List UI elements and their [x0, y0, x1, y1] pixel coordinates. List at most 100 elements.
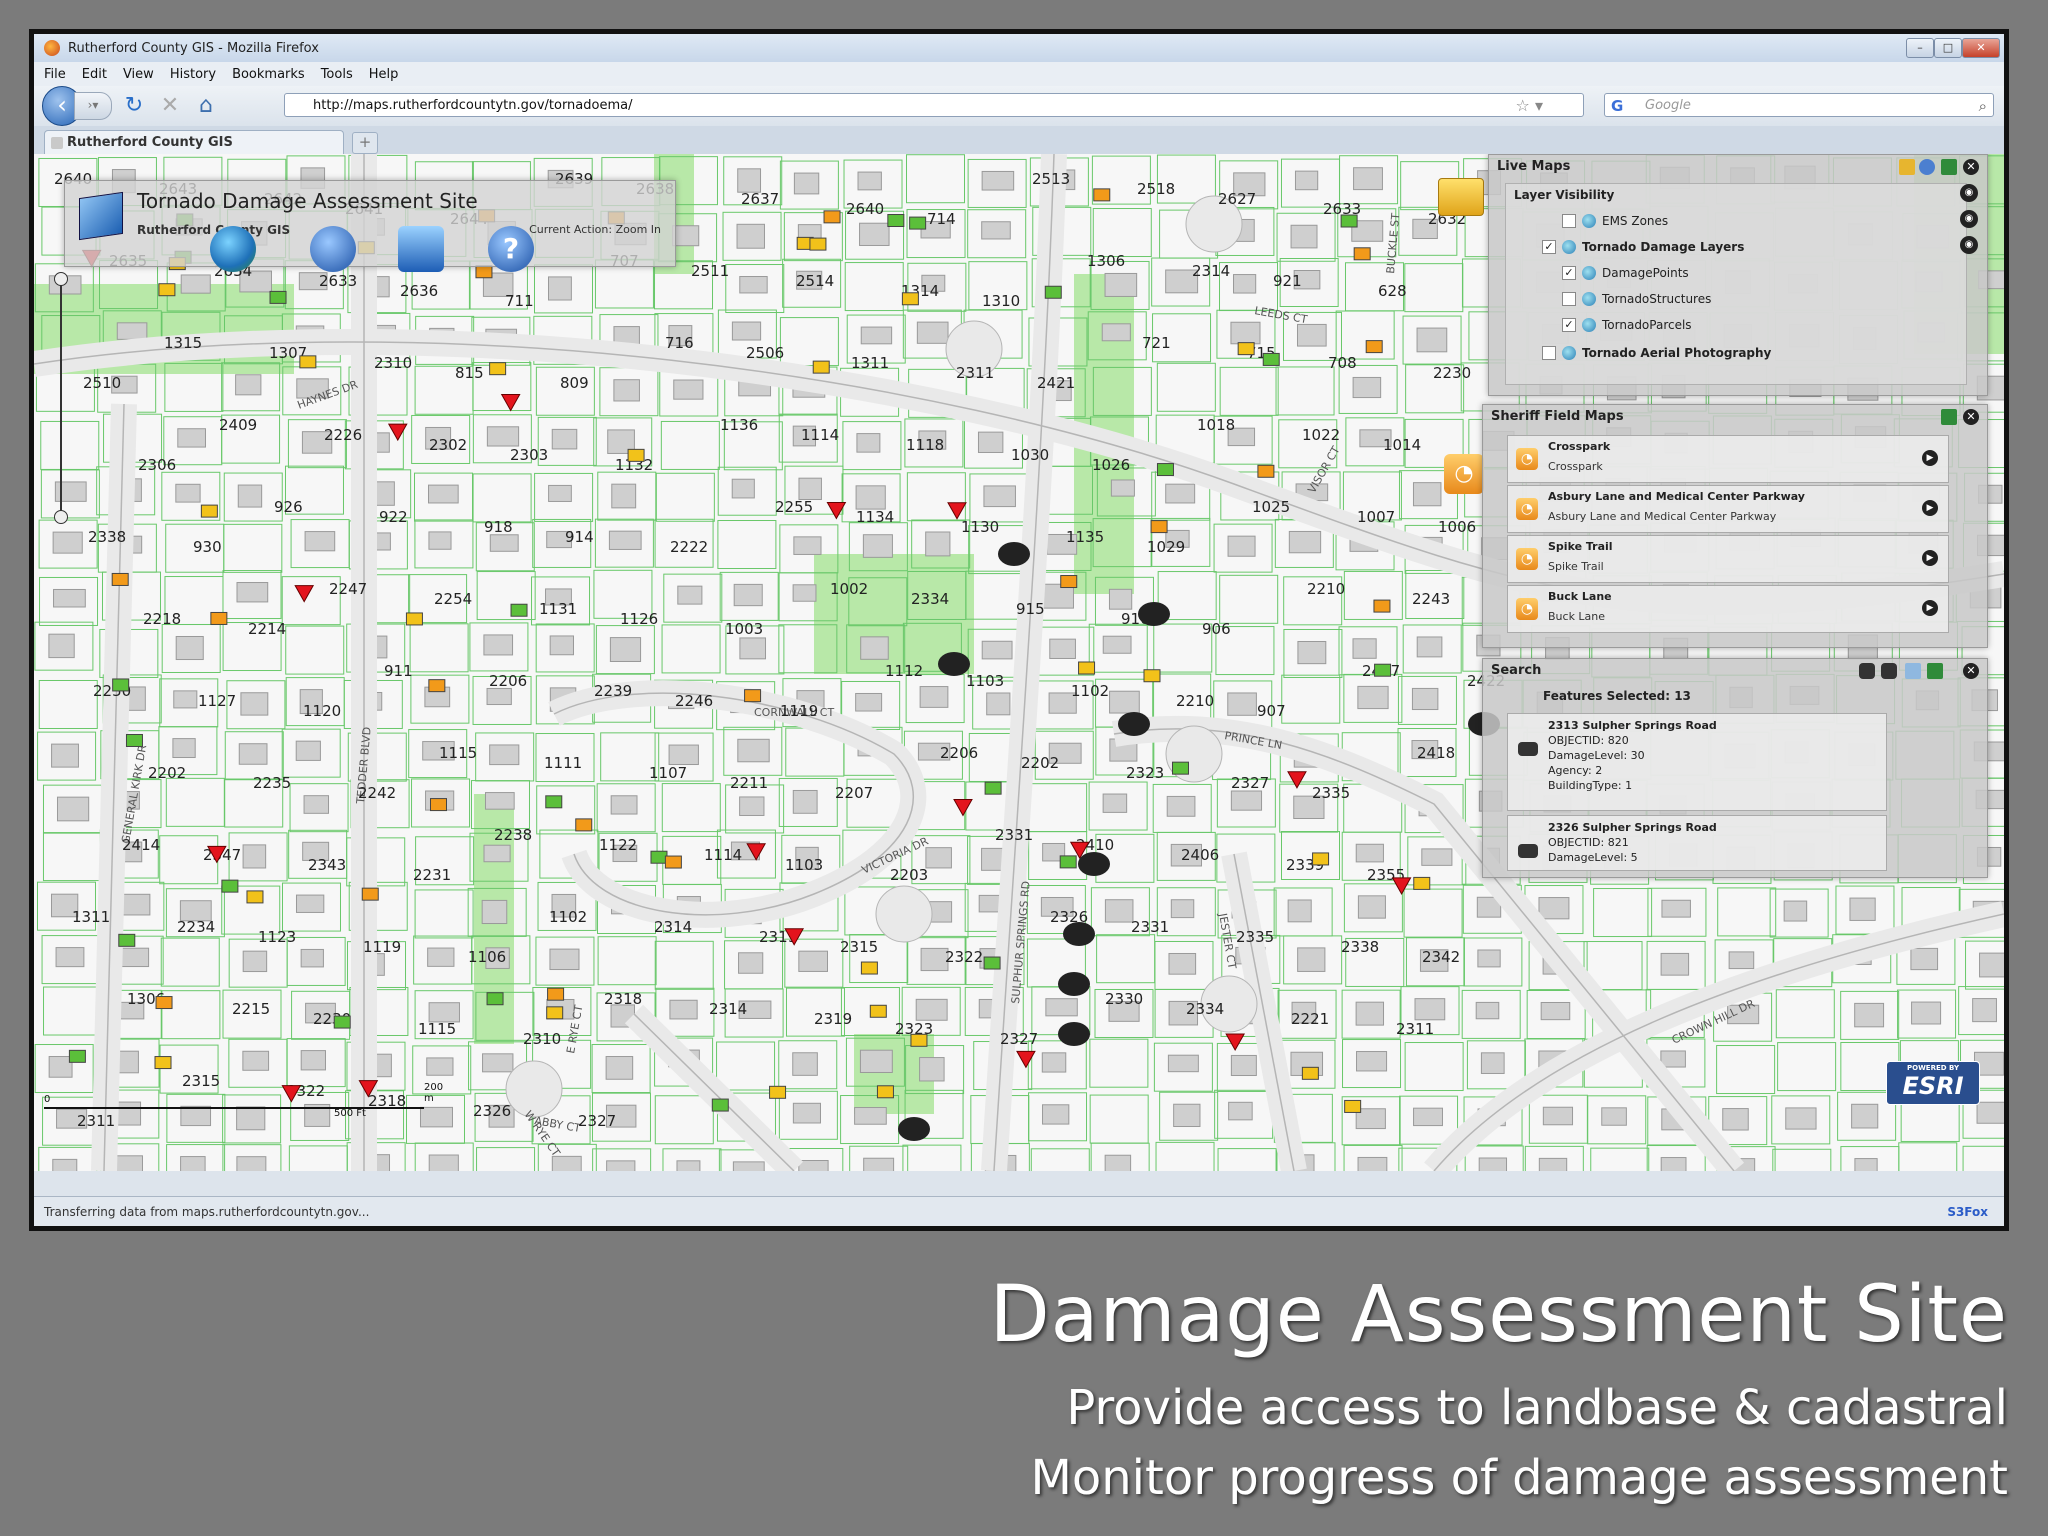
sheriff-map-item[interactable]: ◔ Buck Lane Buck Lane ▶: [1507, 585, 1949, 633]
menu-help[interactable]: Help: [369, 67, 399, 82]
sheriff-map-item[interactable]: ◔ Spike Trail Spike Trail ▶: [1507, 535, 1949, 583]
minimize-button[interactable]: –: [1906, 38, 1934, 58]
google-icon: G: [1611, 97, 1624, 115]
layer-row[interactable]: ✓ TornadoParcels: [1562, 318, 1692, 332]
url-bar[interactable]: http://maps.rutherfordcountytn.gov/torna…: [284, 93, 1584, 117]
building-footprint: [1785, 1107, 1817, 1130]
parcel-boundary: [1772, 1148, 1832, 1171]
photo-marker: [1058, 972, 1090, 996]
rss-feed-icon[interactable]: ◔: [1444, 454, 1484, 494]
building-footprint: [428, 1154, 459, 1171]
tools-gear-icon[interactable]: [398, 226, 444, 272]
panel-control-icon[interactable]: ◉: [1960, 184, 1978, 202]
parcel-number: 2310: [374, 354, 412, 372]
building-footprint: [119, 893, 151, 916]
live-maps-folder-icon[interactable]: [1438, 178, 1484, 216]
table-icon[interactable]: [1905, 663, 1921, 679]
building-footprint: [1722, 1108, 1749, 1131]
parcel-number: 1002: [830, 580, 868, 598]
damage-marker: [744, 689, 762, 703]
building-footprint: [919, 686, 949, 708]
s3fox-addon[interactable]: S3Fox: [1947, 1197, 1988, 1226]
navigate-compass-icon[interactable]: [310, 226, 356, 272]
building-footprint: [1049, 638, 1076, 659]
result-field: Agency: 2: [1548, 764, 1603, 777]
damage-marker: [1016, 1050, 1036, 1069]
search-bar[interactable]: G Google ⌕: [1604, 93, 1994, 117]
tab-rutherford-gis[interactable]: Rutherford County GIS: [44, 130, 344, 154]
building-footprint: [116, 322, 148, 340]
parcel-number: 2518: [1137, 180, 1175, 198]
play-icon[interactable]: ▶: [1922, 500, 1938, 516]
layer-checkbox[interactable]: ✓: [1562, 318, 1576, 332]
menu-file[interactable]: File: [44, 67, 66, 82]
layer-checkbox[interactable]: ✓: [1542, 240, 1556, 254]
sheriff-map-item[interactable]: ◔ Crosspark Crosspark ▶: [1507, 435, 1949, 483]
search-icon[interactable]: ⌕: [1979, 94, 1987, 118]
layer-checkbox[interactable]: [1562, 292, 1576, 306]
layer-row[interactable]: ✓ Tornado Damage Layers: [1542, 240, 1744, 254]
layer-checkbox[interactable]: ✓: [1562, 266, 1576, 280]
damage-marker: [1093, 188, 1111, 202]
building-footprint: [1108, 588, 1133, 610]
menu-history[interactable]: History: [170, 67, 216, 82]
parcel-number: 2334: [911, 590, 949, 608]
layer-row[interactable]: TornadoStructures: [1562, 292, 1711, 306]
search-result[interactable]: 2313 Sulpher Springs Road OBJECTID: 820 …: [1507, 713, 1887, 811]
new-tab-button[interactable]: +: [352, 132, 378, 154]
maximize-button[interactable]: □: [1934, 38, 1962, 58]
search-result[interactable]: 2326 Sulpher Springs Road OBJECTID: 821 …: [1507, 815, 1887, 871]
layer-row[interactable]: ✓ DamagePoints: [1562, 266, 1689, 280]
parcel-boundary: [414, 889, 474, 939]
camera-icon[interactable]: [1881, 663, 1897, 679]
play-icon[interactable]: ▶: [1922, 550, 1938, 566]
settings-icon[interactable]: [1919, 159, 1935, 175]
map-canvas[interactable]: HAYNES DR GENERAL KIRK DR TEDDER BLVD CORNW…: [34, 154, 2004, 1171]
parcel-boundary: [476, 1147, 536, 1171]
sheriff-maps-title: Sheriff Field Maps: [1491, 409, 1624, 424]
menu-edit[interactable]: Edit: [82, 67, 107, 82]
sheriff-map-item[interactable]: ◔ Asbury Lane and Medical Center Parkway A…: [1507, 485, 1949, 533]
help-icon[interactable]: ?: [488, 226, 534, 272]
building-footprint: [1170, 899, 1195, 919]
play-icon[interactable]: ▶: [1922, 450, 1938, 466]
play-icon[interactable]: ▶: [1922, 600, 1938, 616]
camera-icon[interactable]: [1859, 663, 1875, 679]
close-window-button[interactable]: ✕: [1962, 38, 2000, 58]
close-search-icon[interactable]: ✕: [1963, 663, 1979, 679]
map-icon[interactable]: [1941, 409, 1957, 425]
parcel-boundary: [38, 679, 98, 729]
building-footprint: [983, 485, 1016, 508]
layer-checkbox[interactable]: [1542, 346, 1556, 360]
menu-tools[interactable]: Tools: [321, 67, 353, 82]
parcel-boundary: [1590, 1147, 1650, 1171]
menu-bookmarks[interactable]: Bookmarks: [232, 67, 305, 82]
menu-view[interactable]: View: [123, 67, 154, 82]
layer-row[interactable]: EMS Zones: [1562, 214, 1668, 228]
layer-checkbox[interactable]: [1562, 214, 1576, 228]
map-icon[interactable]: [1941, 159, 1957, 175]
forward-dropdown-button[interactable]: ›▾: [74, 92, 112, 120]
stop-icon[interactable]: ✕: [156, 92, 184, 120]
layer-row[interactable]: Tornado Aerial Photography: [1542, 346, 1771, 360]
damage-marker: [154, 1056, 172, 1070]
close-live-maps-icon[interactable]: ✕: [1963, 159, 1979, 175]
damage-marker: [269, 290, 287, 304]
folder-icon[interactable]: [1899, 159, 1915, 175]
parcel-number: 2306: [138, 456, 176, 474]
panel-control-icon[interactable]: ◉: [1960, 236, 1978, 254]
bookmark-star-icon[interactable]: ☆ ▾: [1516, 94, 1543, 118]
globe-icon[interactable]: [210, 226, 256, 272]
parcel-number: 2338: [88, 528, 126, 546]
building-footprint: [1288, 530, 1322, 554]
zoom-in-icon[interactable]: [54, 272, 68, 286]
parcel-boundary: [654, 1095, 714, 1145]
zoom-out-icon[interactable]: [54, 510, 68, 524]
street-label: BUCKLE ST: [1384, 212, 1402, 274]
close-sheriff-maps-icon[interactable]: ✕: [1963, 409, 1979, 425]
home-icon[interactable]: ⌂: [192, 92, 220, 120]
zoom-slider-track[interactable]: [60, 278, 62, 518]
reload-icon[interactable]: ↻: [120, 92, 148, 120]
map-icon[interactable]: [1927, 663, 1943, 679]
panel-control-icon[interactable]: ◉: [1960, 210, 1978, 228]
